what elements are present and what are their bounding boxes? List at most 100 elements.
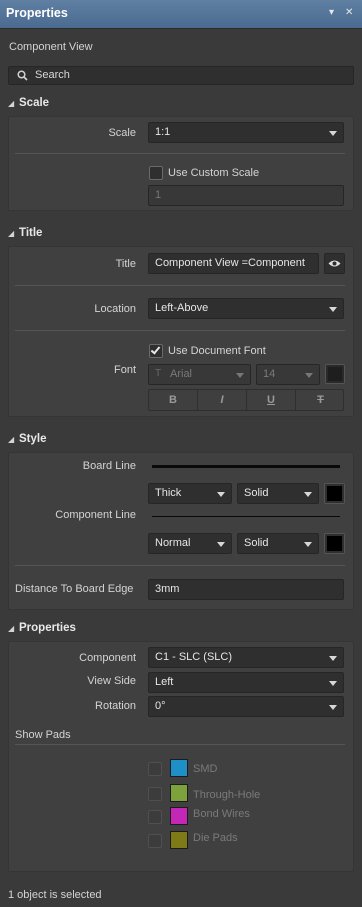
checkmark-icon (150, 344, 161, 355)
eye-icon (328, 260, 341, 267)
pad-bond-wires-label: Bond Wires (193, 808, 250, 820)
chevron-down-icon (217, 492, 225, 497)
close-icon[interactable]: ✕ (345, 7, 353, 18)
pad-through-hole-color[interactable] (170, 784, 188, 802)
font-type-icon: T (155, 368, 162, 379)
collapse-arrow-icon: ◢ (8, 435, 15, 444)
component-line-color-swatch (327, 536, 342, 551)
pad-bond-wires-checkbox[interactable] (148, 810, 162, 824)
font-family-value: Arial (170, 368, 193, 380)
distance-to-board-edge-field[interactable]: 3mm (148, 579, 344, 600)
chevron-down-icon (305, 373, 313, 378)
search-input[interactable]: Search (8, 66, 354, 85)
custom-scale-value: 1 (155, 189, 162, 201)
component-line-style-value: Solid (244, 537, 269, 549)
font-color-button[interactable] (325, 364, 345, 384)
pad-bond-wires-color[interactable] (170, 807, 188, 825)
divider (15, 744, 345, 745)
font-size-value: 14 (263, 368, 276, 380)
component-line-style-dropdown[interactable]: Solid (237, 533, 319, 554)
board-line-color-button[interactable] (324, 483, 345, 504)
divider (15, 330, 345, 331)
custom-scale-field[interactable]: 1 (148, 185, 344, 206)
search-placeholder: Search (35, 69, 70, 81)
pad-smd-checkbox[interactable] (148, 762, 162, 776)
board-line-label: Board Line (82, 460, 136, 472)
board-line-weight-value: Thick (155, 487, 182, 499)
pad-smd-label: SMD (193, 763, 218, 775)
section-header-properties[interactable]: ◢ Properties (0, 619, 362, 641)
component-dropdown[interactable]: C1 - SLC (SLC) (148, 647, 344, 668)
view-side-dropdown[interactable]: Left (148, 672, 344, 693)
italic-button[interactable]: I (198, 390, 247, 410)
divider (15, 565, 345, 566)
section-header-title[interactable]: ◢ Title (0, 224, 362, 246)
component-label: Component (79, 652, 136, 664)
divider (15, 153, 345, 154)
chevron-down-icon (329, 131, 337, 136)
pad-smd-color[interactable] (170, 759, 188, 777)
scale-label: Scale (108, 127, 136, 139)
bold-button[interactable]: B (149, 390, 198, 410)
use-document-font-checkbox[interactable] (149, 344, 163, 358)
component-line-weight-dropdown[interactable]: Normal (148, 533, 232, 554)
collapse-arrow-icon: ◢ (8, 624, 15, 633)
title-text-field[interactable]: Component View =Component (148, 253, 319, 274)
location-dropdown[interactable]: Left-Above (148, 298, 344, 319)
visibility-toggle-button[interactable] (324, 253, 345, 274)
scale-value: 1:1 (155, 126, 171, 138)
rotation-value: 0° (155, 700, 166, 712)
board-line-style-dropdown[interactable]: Solid (237, 483, 319, 504)
title-value: Component View =Component (155, 257, 305, 269)
component-line-weight-value: Normal (155, 537, 191, 549)
section-title-scale: Scale (19, 97, 50, 109)
chevron-down-icon (236, 373, 244, 378)
use-custom-scale-checkbox[interactable] (149, 166, 163, 180)
pad-through-hole-label: Through-Hole (193, 789, 261, 801)
distance-to-board-edge-label: Distance To Board Edge (15, 583, 134, 595)
component-line-color-button[interactable] (324, 533, 345, 554)
pad-die-pads-label: Die Pads (193, 832, 238, 844)
section-title-title: Title (19, 227, 43, 239)
view-side-value: Left (155, 676, 174, 688)
chevron-down-icon (329, 705, 337, 710)
scale-dropdown[interactable]: 1:1 (148, 122, 344, 143)
divider (15, 285, 345, 286)
chevron-down-icon (329, 656, 337, 661)
component-line-preview (152, 516, 340, 517)
panel-subtitle: Component View (9, 41, 93, 53)
distance-value: 3mm (155, 583, 180, 595)
panel-title: Properties (6, 6, 68, 20)
use-custom-scale-label: Use Custom Scale (168, 167, 260, 179)
component-line-label: Component Line (55, 509, 136, 521)
board-line-style-value: Solid (244, 487, 269, 499)
section-title-properties: Properties (19, 622, 76, 634)
section-header-scale[interactable]: ◢ Scale (0, 94, 362, 116)
component-value: C1 - SLC (SLC) (155, 651, 233, 663)
font-family-dropdown[interactable]: T Arial (148, 364, 251, 385)
pin-menu-icon[interactable]: ▾ (329, 7, 334, 18)
collapse-arrow-icon: ◢ (8, 99, 15, 108)
section-header-style[interactable]: ◢ Style (0, 430, 362, 452)
pad-die-pads-color[interactable] (170, 831, 188, 849)
font-size-dropdown[interactable]: 14 (256, 364, 320, 385)
use-document-font-label: Use Document Font (168, 345, 266, 357)
show-pads-label: Show Pads (15, 729, 71, 741)
chevron-down-icon (304, 492, 312, 497)
strikethrough-button[interactable]: T (296, 390, 345, 410)
underline-button[interactable]: U (247, 390, 296, 410)
rotation-dropdown[interactable]: 0° (148, 696, 344, 717)
view-side-label: View Side (87, 675, 136, 687)
pad-through-hole-checkbox[interactable] (148, 787, 162, 801)
panel-titlebar: Properties ▾ ✕ (0, 0, 362, 29)
chevron-down-icon (329, 681, 337, 686)
rotation-label: Rotation (95, 700, 136, 712)
font-color-swatch (328, 367, 342, 381)
title-label: Title (115, 258, 136, 270)
chevron-down-icon (329, 307, 337, 312)
location-value: Left-Above (155, 302, 209, 314)
pad-die-pads-checkbox[interactable] (148, 834, 162, 848)
board-line-preview (152, 465, 340, 468)
selection-status: 1 object is selected (8, 889, 102, 901)
board-line-weight-dropdown[interactable]: Thick (148, 483, 232, 504)
